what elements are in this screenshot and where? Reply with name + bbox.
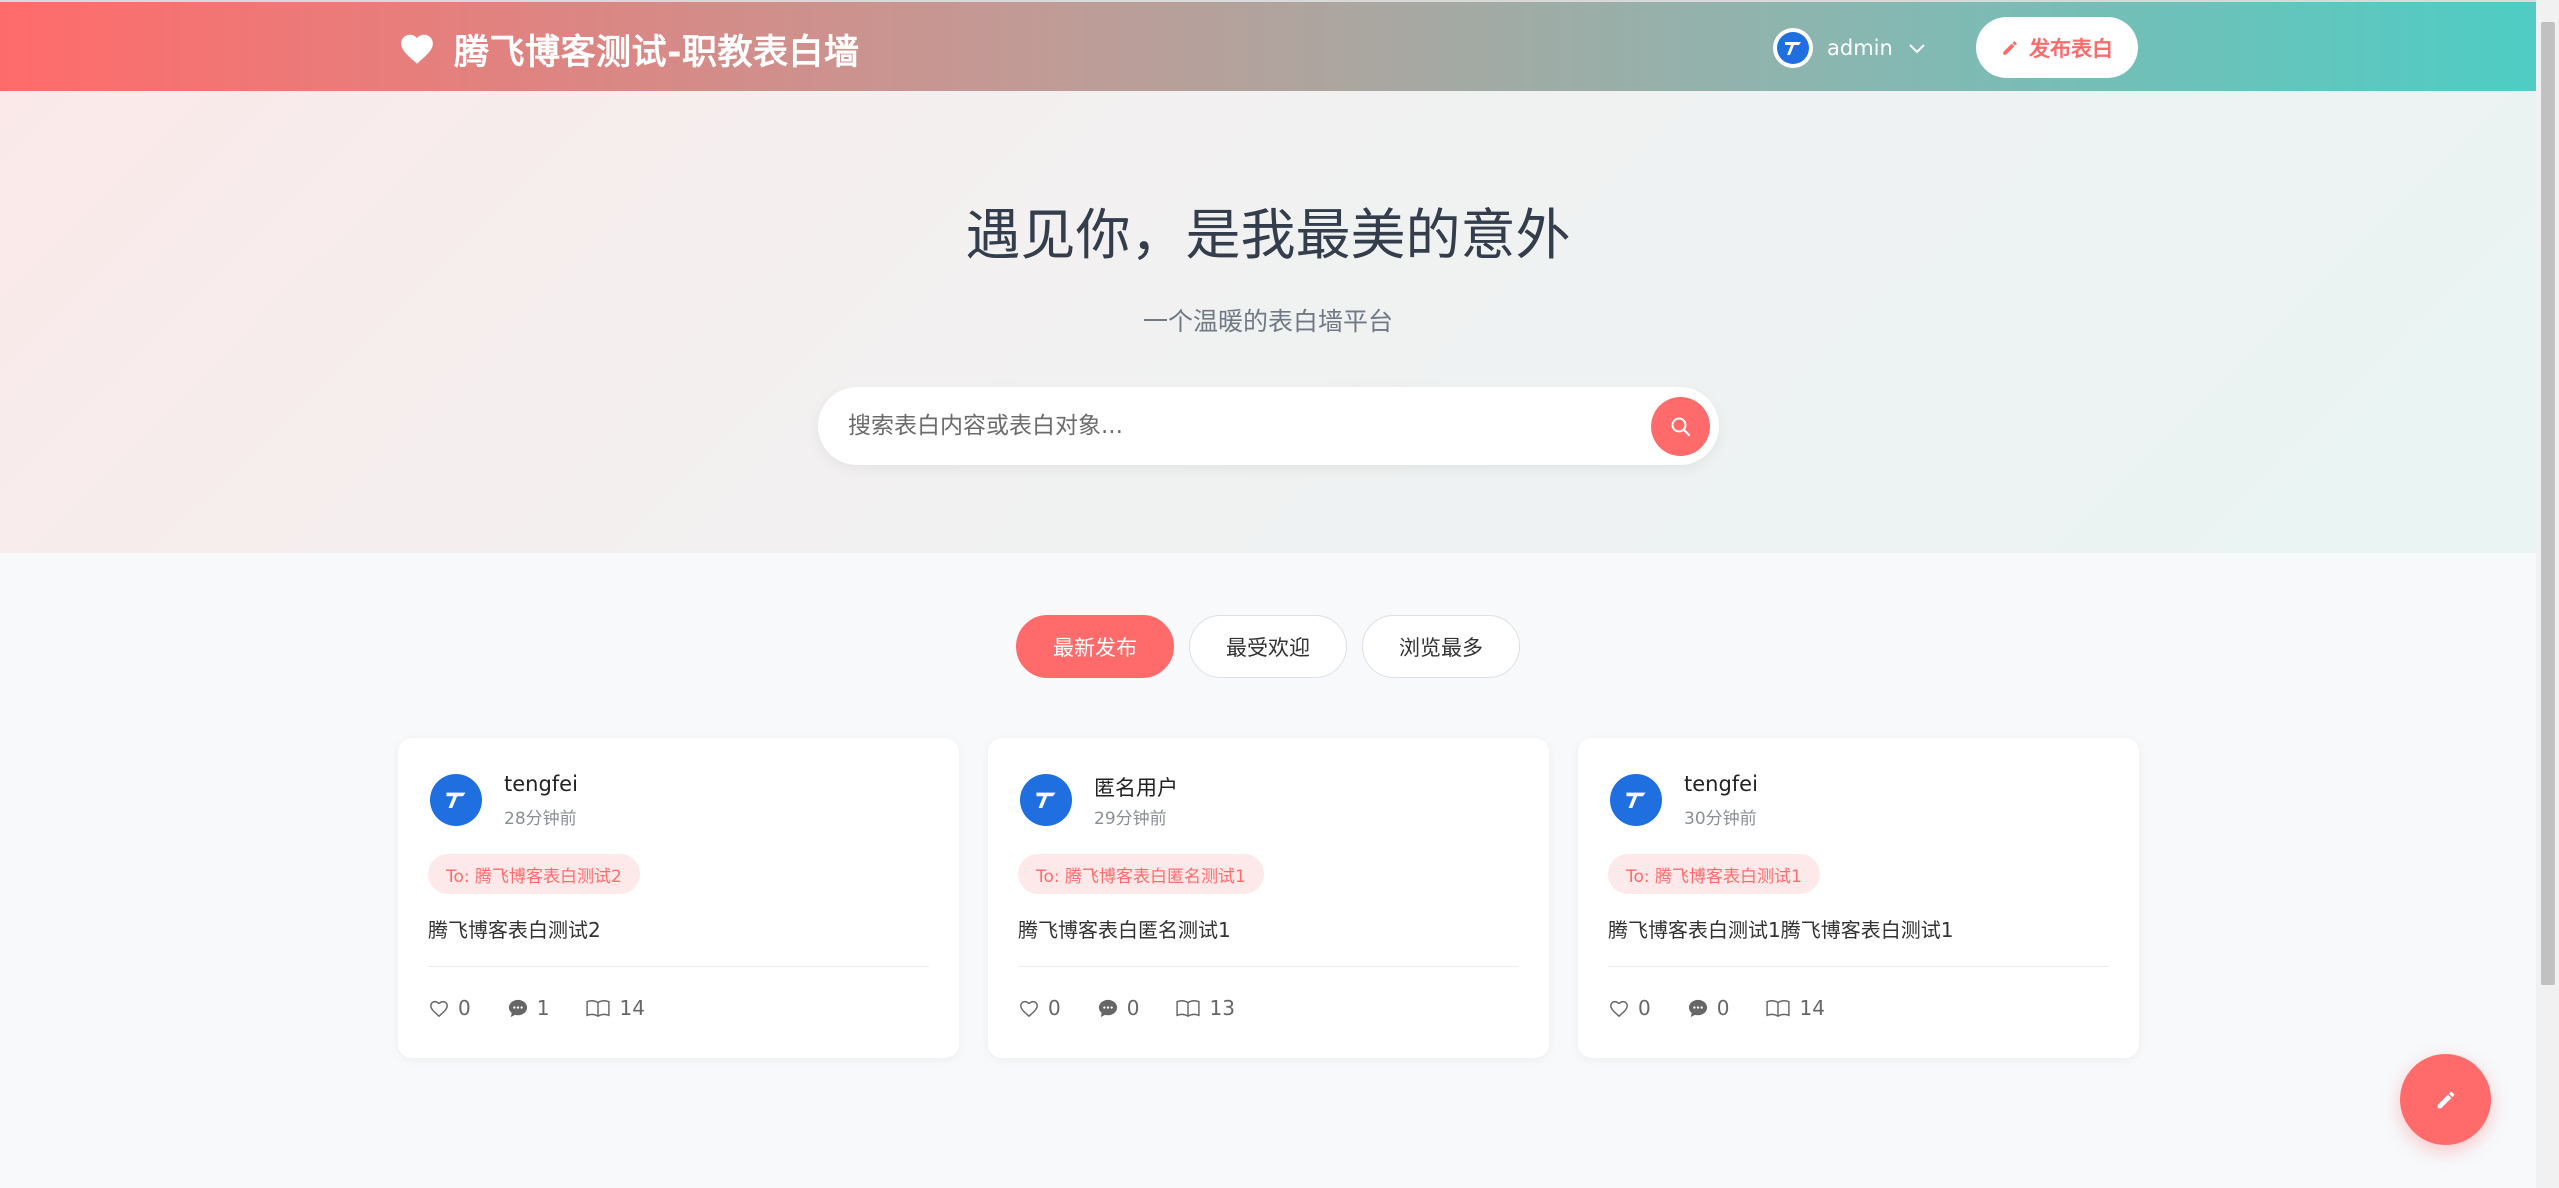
- tab-latest[interactable]: 最新发布: [1016, 615, 1174, 678]
- like-stat[interactable]: 0: [1608, 996, 1651, 1020]
- card-content: 腾飞博客表白测试1腾飞博客表白测试1: [1608, 918, 1954, 942]
- hero-subtitle: 一个温暖的表白墙平台: [1142, 307, 1393, 336]
- card-content: 腾飞博客表白匿名测试1: [1018, 918, 1231, 942]
- search-input[interactable]: [848, 387, 1628, 465]
- brand[interactable]: 腾飞博客测试-职教表白墙: [398, 26, 860, 73]
- book-icon: [1176, 999, 1201, 1018]
- search-icon: [1671, 417, 1690, 436]
- top-navbar: 腾飞博客测试-职教表白墙 admin 发布表白: [0, 0, 2536, 91]
- tab-most-viewed[interactable]: 浏览最多: [1362, 615, 1520, 678]
- search-button[interactable]: [1651, 397, 1710, 456]
- view-count: 14: [619, 996, 645, 1020]
- card-time: 28分钟前: [504, 809, 577, 829]
- heart-outline-icon: [1020, 1000, 1038, 1018]
- tab-popular[interactable]: 最受欢迎: [1189, 615, 1347, 678]
- logo-icon: [1036, 792, 1056, 808]
- comment-icon: [1688, 999, 1707, 1018]
- publish-button[interactable]: 发布表白: [1976, 17, 2138, 78]
- card-recipient-tag: To: 腾飞博客表白测试2: [428, 854, 640, 894]
- comment-icon: [1098, 999, 1117, 1018]
- card-stats: 0 0 13: [1018, 993, 1271, 1023]
- view-count: 13: [1209, 996, 1235, 1020]
- search-box: [818, 387, 1719, 465]
- pencil-icon: [2437, 1091, 2454, 1108]
- card-recipient-tag: To: 腾飞博客表白匿名测试1: [1018, 854, 1264, 894]
- comment-icon: [508, 999, 527, 1018]
- view-stat: 14: [1765, 996, 1825, 1020]
- card-time: 30分钟前: [1684, 809, 1757, 829]
- comment-count: 0: [1126, 996, 1140, 1020]
- card-divider: [428, 966, 929, 967]
- card-content: 腾飞博客表白测试2: [428, 918, 601, 942]
- card-divider: [1018, 966, 1519, 967]
- avatar[interactable]: [430, 774, 482, 826]
- book-icon: [1766, 999, 1791, 1018]
- logo-icon: [446, 792, 466, 808]
- comment-count: 0: [1716, 996, 1730, 1020]
- username: admin: [1827, 36, 1893, 60]
- pencil-icon: [2003, 40, 2017, 55]
- heart-icon: [401, 34, 433, 64]
- comment-stat[interactable]: 1: [507, 996, 550, 1020]
- card-divider: [1608, 966, 2109, 967]
- card-time: 29分钟前: [1094, 809, 1167, 829]
- card-stats: 0 0 14: [1608, 993, 1861, 1023]
- card-author[interactable]: tengfei: [504, 772, 578, 796]
- confession-card[interactable]: tengfei 28分钟前 To: 腾飞博客表白测试2 腾飞博客表白测试2 0 …: [398, 738, 959, 1058]
- like-stat[interactable]: 0: [1018, 996, 1061, 1020]
- comment-stat[interactable]: 0: [1687, 996, 1730, 1020]
- view-stat: 14: [585, 996, 645, 1020]
- like-count: 0: [1048, 996, 1061, 1020]
- book-icon: [586, 999, 611, 1018]
- card-stats: 0 1 14: [428, 993, 681, 1023]
- like-count: 0: [1638, 996, 1651, 1020]
- view-stat: 13: [1175, 996, 1235, 1020]
- confession-card[interactable]: 匿名用户 29分钟前 To: 腾飞博客表白匿名测试1 腾飞博客表白匿名测试1 0…: [988, 738, 1549, 1058]
- card-author[interactable]: tengfei: [1684, 772, 1758, 796]
- site-title: 腾飞博客测试-职教表白墙: [454, 32, 860, 73]
- user-menu[interactable]: admin: [1773, 28, 1927, 68]
- card-recipient-tag: To: 腾飞博客表白测试1: [1608, 854, 1820, 894]
- floating-publish-button[interactable]: [2400, 1054, 2491, 1145]
- avatar[interactable]: [1020, 774, 1072, 826]
- scrollbar-thumb[interactable]: [2541, 22, 2555, 985]
- chevron-down-icon: [1909, 44, 1925, 54]
- like-stat[interactable]: 0: [428, 996, 471, 1020]
- card-author[interactable]: 匿名用户: [1094, 772, 1178, 802]
- heart-outline-icon: [430, 1000, 448, 1018]
- publish-label: 发布表白: [2029, 37, 2113, 61]
- confession-card[interactable]: tengfei 30分钟前 To: 腾飞博客表白测试1 腾飞博客表白测试1腾飞博…: [1578, 738, 2139, 1058]
- logo-icon: [1777, 32, 1809, 64]
- comment-stat[interactable]: 0: [1097, 996, 1140, 1020]
- view-count: 14: [1799, 996, 1825, 1020]
- like-count: 0: [458, 996, 471, 1020]
- avatar[interactable]: [1610, 774, 1662, 826]
- heart-outline-icon: [1610, 1000, 1628, 1018]
- logo-icon: [1626, 792, 1646, 808]
- hero-title: 遇见你，是我最美的意外: [965, 203, 1571, 267]
- avatar: [1773, 28, 1813, 68]
- comment-count: 1: [536, 996, 550, 1020]
